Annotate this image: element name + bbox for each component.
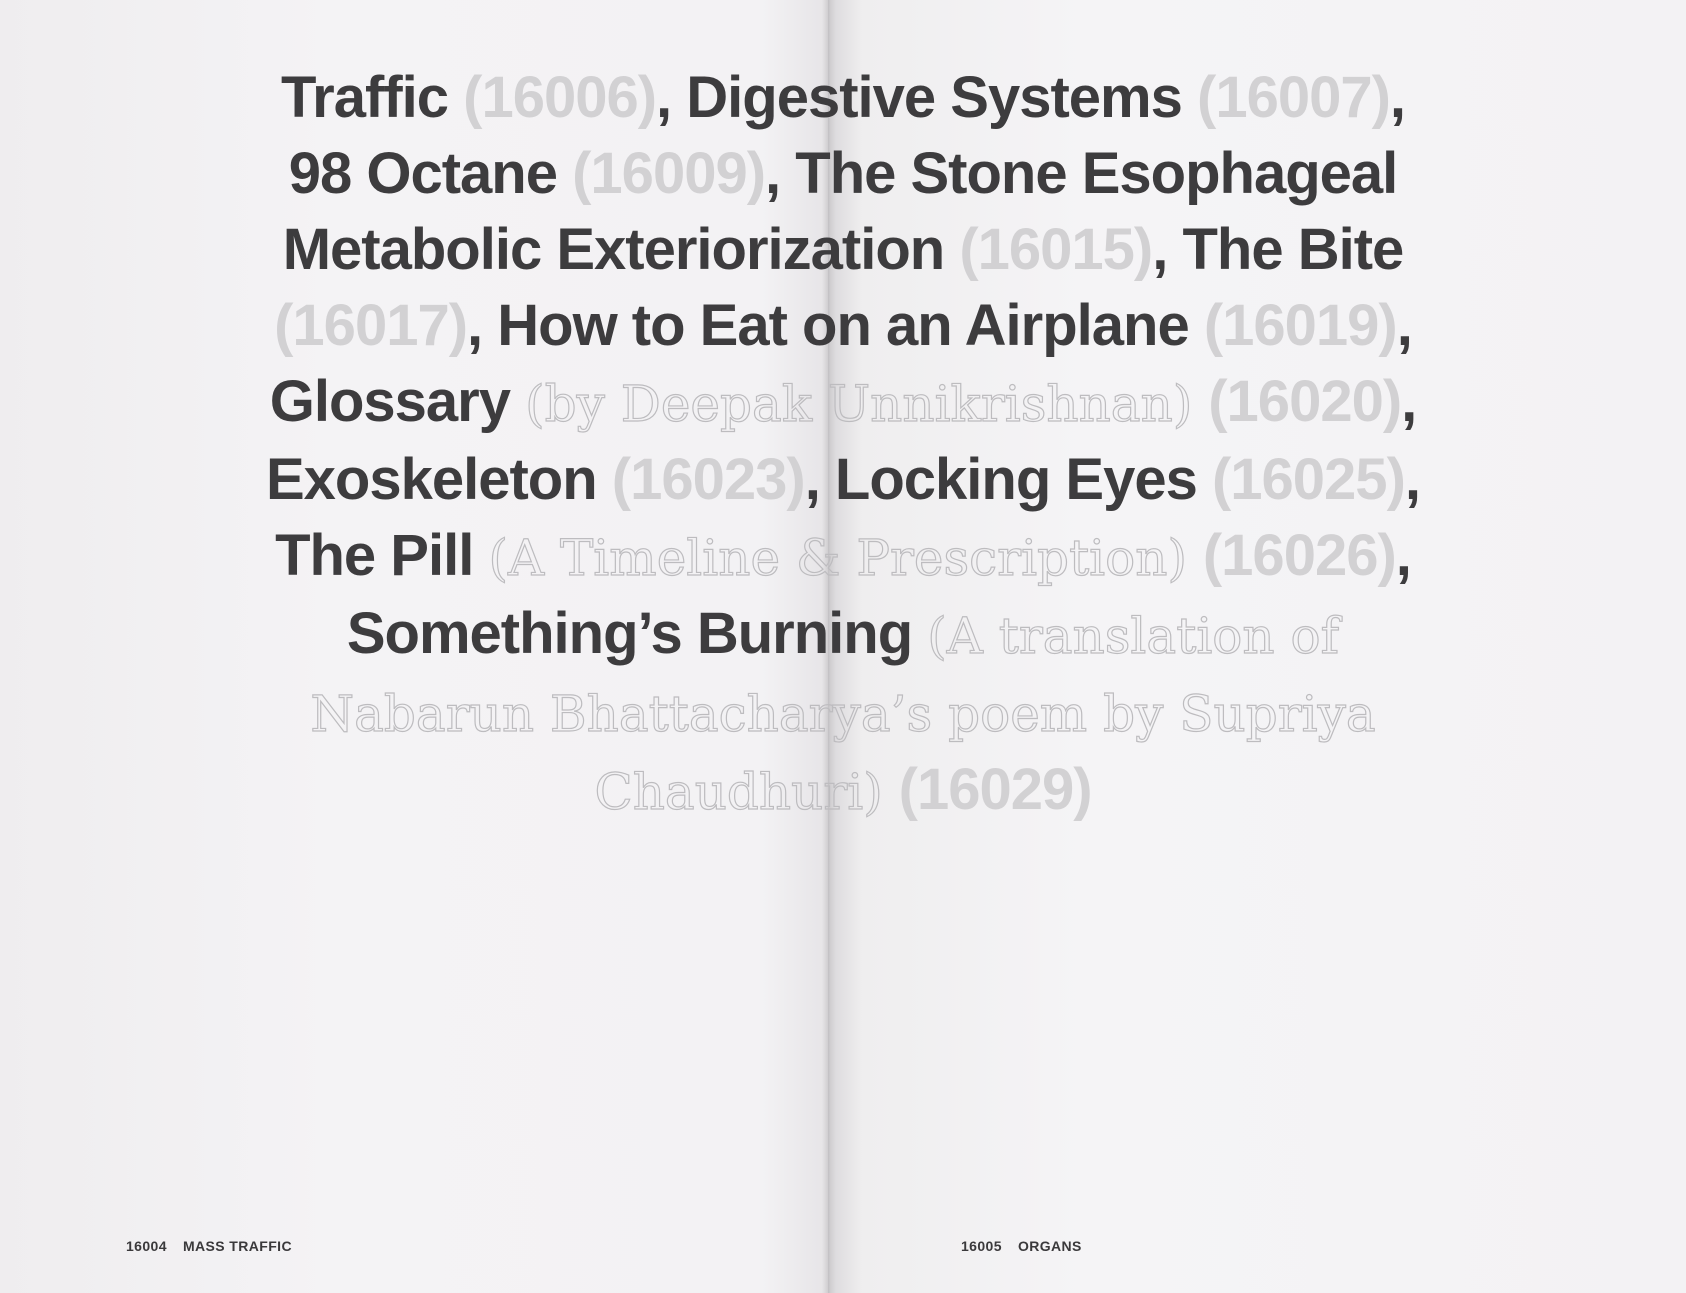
entry-title: , [1401,369,1417,434]
entry-number: (16029) [898,757,1093,822]
entry-subtitle: Chaudhuri) [594,762,899,821]
entry-title: Exoskeleton [265,447,612,512]
contents-line: Metabolic Exteriorization (16015), The B… [60,212,1626,288]
entry-number: (16026) [1202,523,1397,588]
entry-title: 98 Octane [288,141,573,206]
entry-number: (16015) [959,217,1153,282]
entry-title: , [1389,65,1406,130]
contents-line: Exoskeleton (16023), Locking Eyes (16025… [60,442,1626,518]
entry-number: (16019) [1203,293,1398,358]
contents-line: Something’s Burning (A translation of [60,596,1626,674]
folio-left-number: 16004 [126,1238,167,1254]
entry-title: , Locking Eyes [804,447,1212,512]
entry-title: Metabolic Exteriorization [282,217,960,282]
contents-line: 98 Octane (16009), The Stone Esophageal [60,136,1626,212]
entry-subtitle: (A Timeline & Prescription) [488,528,1203,587]
book-spread: Traffic (16006), Digestive Systems (1600… [0,0,1686,1293]
entry-number: (16023) [611,447,806,512]
entry-title: , The Stone Esophageal [765,141,1398,206]
entry-number: (16017) [274,293,468,358]
folio-right-number: 16005 [961,1238,1002,1254]
contents-list: Traffic (16006), Digestive Systems (1600… [60,60,1626,830]
entry-subtitle: Nabarun Bhattacharya’s poem by Supriya [310,684,1377,743]
folio-right-label: ORGANS [1017,1238,1082,1254]
entry-title: Glossary [269,369,526,434]
entry-title: Traffic [280,65,464,130]
entry-number: (16025) [1211,447,1406,512]
entry-number: (16007) [1197,65,1391,130]
entry-title: , How to Eat on an Airplane [467,293,1204,358]
entry-subtitle: (by Deepak Unnikrishnan) [524,374,1209,433]
entry-title: The Pill [275,523,489,588]
entry-subtitle: (A translation of [927,606,1340,665]
contents-line: Traffic (16006), Digestive Systems (1600… [60,60,1626,136]
folio-right: 16005 ORGANS [961,1238,1082,1254]
contents-line: The Pill (A Timeline & Prescription) (16… [60,518,1626,596]
entry-title: Something’s Burning [346,601,928,666]
entry-number: (16009) [572,141,766,206]
entry-title: , The Bite [1152,217,1404,282]
entry-title: , [1404,447,1421,512]
contents-line: (16017), How to Eat on an Airplane (1601… [60,288,1626,364]
entry-number: (16006) [463,65,657,130]
entry-title: , [1395,523,1412,588]
contents-line: Glossary (by Deepak Unnikrishnan) (16020… [60,364,1626,442]
folio-left-label: MASS TRAFFIC [182,1238,292,1254]
entry-number: (16020) [1208,369,1402,434]
contents-line: Nabarun Bhattacharya’s poem by Supriya [60,674,1626,752]
contents-line: Chaudhuri) (16029) [60,752,1626,830]
folio-left: 16004 MASS TRAFFIC [126,1238,292,1254]
entry-title: , Digestive Systems [656,65,1197,130]
entry-title: , [1396,293,1413,358]
